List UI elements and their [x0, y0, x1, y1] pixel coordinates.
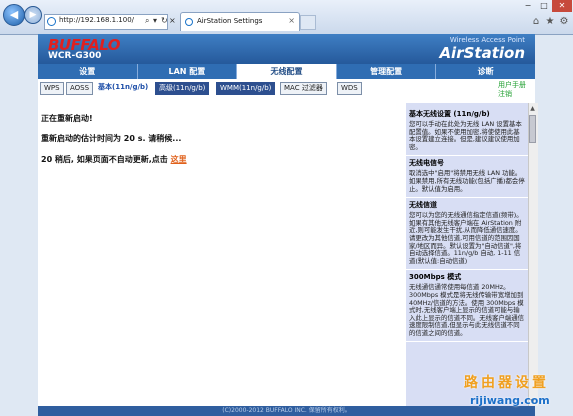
help-section-body: 您可以为您的无线通信指定信道(频带)。如果有其他无线客户端在 AirStatio…	[409, 211, 523, 265]
main-nav: 设置 LAN 配置 无线配置 管理配置 诊断	[38, 64, 535, 79]
help-scrollbar[interactable]	[528, 103, 538, 406]
help-section: 基本无线设置 (11n/g/b) 您可以手动在此处为无线 LAN 设置基本配置值…	[406, 103, 528, 157]
help-section: 无线信道 您可以为您的无线通信指定信道(频带)。如果有其他无线客户端在 AirS…	[406, 198, 528, 271]
sub-nav: WPS AOSS 基本(11n/g/b) 高级(11n/g/b) WMM(11n…	[38, 79, 535, 103]
address-url: http://192.168.1.100/	[59, 16, 135, 24]
help-section-body: 您可以手动在此处为无线 LAN 设置基本配置值。如果不使用加密,将使使用此基本设…	[409, 120, 522, 151]
restart-estimate: 重新启动的估计时间为 20 s. 请稍候...	[41, 134, 182, 143]
help-section-body: 无线通信通常使用每信道 20MHz。300Mbps 模式是将无线传输带宽增加到 …	[409, 283, 525, 337]
user-manual-link[interactable]: 用户手册	[498, 81, 526, 90]
subnav-aoss[interactable]: AOSS	[66, 82, 94, 95]
here-link[interactable]: 这里	[171, 155, 187, 164]
ie-page-icon	[47, 17, 56, 26]
help-section-title: 300Mbps 模式	[409, 273, 462, 282]
search-icon[interactable]: ⌕	[145, 16, 149, 26]
refresh-instruction-text: 20 稍后, 如果页面不自动更新,点击	[41, 155, 168, 164]
help-links: 用户手册 注销	[498, 81, 526, 99]
browser-tab[interactable]: AirStation Settings ×	[180, 12, 300, 31]
product-name: AirStation	[439, 44, 525, 62]
scroll-thumb[interactable]	[529, 115, 536, 143]
refresh-icon[interactable]: ↻	[161, 16, 168, 25]
back-button[interactable]: ◀	[3, 4, 25, 26]
subnav-wmm[interactable]: WMM(11n/g/b)	[216, 82, 276, 95]
browser-toolbar: ◀ ▶ http://192.168.1.100/ ⌕ ▾ ↻ × AirSta…	[0, 0, 573, 35]
favorites-icon[interactable]: ★	[544, 16, 556, 28]
close-window-icon[interactable]: ✕	[552, 0, 572, 12]
subnav-mac-filter[interactable]: MAC 过滤器	[280, 82, 327, 95]
tab-wireless-config[interactable]: 无线配置	[237, 64, 337, 79]
help-section-title: 无线电信号	[409, 159, 444, 168]
tab-admin-config[interactable]: 管理配置	[337, 64, 437, 79]
scroll-up-icon[interactable]: ▲	[528, 104, 537, 113]
home-icon[interactable]: ⌂	[530, 16, 542, 28]
tab-favicon	[185, 18, 193, 26]
logout-link[interactable]: 注销	[498, 90, 526, 99]
subnav-wds[interactable]: WDS	[337, 82, 362, 95]
page-footer: (C)2000-2012 BUFFALO INC. 保留所有权利。	[38, 406, 535, 416]
subnav-advanced[interactable]: 高级(11n/g/b)	[155, 82, 210, 95]
minimize-icon[interactable]: −	[520, 0, 536, 12]
router-header: BUFFALO WCR-G300 Wireless Access Point A…	[38, 34, 535, 64]
forward-button[interactable]: ▶	[24, 6, 42, 24]
tab-lan-config[interactable]: LAN 配置	[138, 64, 238, 79]
subnav-basic[interactable]: 基本(11n/g/b)	[95, 82, 151, 93]
help-panel: 基本无线设置 (11n/g/b) 您可以手动在此处为无线 LAN 设置基本配置值…	[406, 103, 528, 406]
model-name: WCR-G300	[48, 51, 102, 61]
restart-message: 正在重新启动!	[41, 114, 93, 123]
stop-icon[interactable]: ×	[169, 16, 176, 25]
refresh-instruction: 20 稍后, 如果页面不自动更新,点击 这里	[41, 154, 187, 165]
tab-diagnostics[interactable]: 诊断	[436, 64, 535, 79]
help-section-body: 取消选中"启用"将禁用无线 LAN 功能。如果禁用,所有无线功能(包括广播)都会…	[409, 169, 525, 193]
tools-icon[interactable]: ⚙	[558, 16, 570, 28]
dropdown-icon[interactable]: ▾	[153, 16, 157, 25]
maximize-icon[interactable]: □	[536, 0, 552, 12]
new-tab-button[interactable]	[300, 15, 316, 30]
product-subtitle: Wireless Access Point	[449, 36, 525, 44]
subnav-wps[interactable]: WPS	[40, 82, 64, 95]
watermark-url: rijiwang.com	[470, 394, 550, 407]
tab-setup[interactable]: 设置	[38, 64, 138, 79]
tab-title: AirStation Settings	[197, 17, 263, 25]
help-section: 300Mbps 模式 无线通信通常使用每信道 20MHz。300Mbps 模式是…	[406, 270, 528, 343]
help-section: 无线电信号 取消选中"启用"将禁用无线 LAN 功能。如果禁用,所有无线功能(包…	[406, 156, 528, 199]
tab-close-icon[interactable]: ×	[288, 16, 295, 25]
help-section-title: 基本无线设置 (11n/g/b)	[409, 110, 490, 118]
help-section-title: 无线信道	[409, 201, 437, 210]
main-content: 正在重新启动! 重新启动的估计时间为 20 s. 请稍候... 20 稍后, 如…	[38, 103, 406, 406]
watermark-title: 路由器设置	[464, 375, 549, 391]
